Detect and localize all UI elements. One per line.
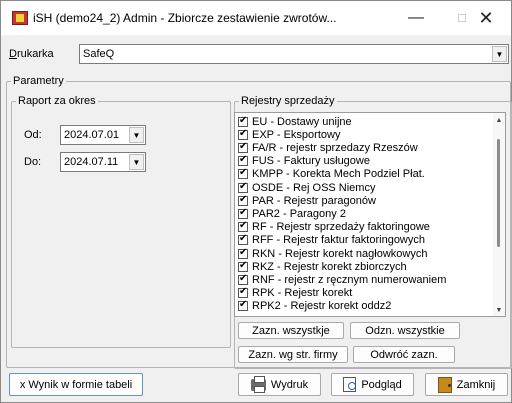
list-item[interactable]: EU - Dostawy unijne — [238, 115, 352, 128]
list-item-label: RPK - Rejestr korekt — [252, 287, 353, 300]
app-icon — [12, 11, 28, 25]
scroll-up-icon[interactable]: ▲ — [493, 115, 505, 125]
checkbox[interactable] — [238, 247, 248, 259]
checkbox[interactable] — [238, 141, 248, 153]
date-from-row: Od: 2024.07.01 ▼ — [24, 125, 174, 145]
list-item-label: KMPP - Korekta Mech Podziel Płat. — [252, 168, 425, 181]
close-button[interactable]: Zamknij — [425, 373, 508, 396]
checkbox[interactable] — [238, 128, 248, 140]
date-to-value: 2024.07.11 — [64, 156, 119, 168]
report-period-legend: Raport za okres — [16, 95, 98, 107]
invert-selection-button[interactable]: Odwróć zazn. — [353, 346, 455, 363]
list-item-label: PAR - Rejestr paragonów — [252, 194, 376, 207]
list-item[interactable]: OSDE - Rej OSS Niemcy — [238, 181, 375, 194]
list-item-label: FUS - Faktury usługowe — [252, 155, 370, 168]
window-title: iSH (demo24_2) Admin - Zbiorcze zestawie… — [33, 11, 337, 25]
list-item-label: RFF - Rejestr faktur faktoringowych — [252, 234, 425, 247]
checkbox[interactable] — [238, 115, 248, 127]
minimize-button[interactable]: — — [393, 5, 439, 31]
scroll-down-icon[interactable]: ▼ — [493, 305, 505, 315]
chevron-down-icon[interactable]: ▼ — [492, 46, 507, 62]
preview-button[interactable]: Podgląd — [331, 373, 414, 396]
list-item[interactable]: PAR2 - Paragony 2 — [238, 207, 346, 220]
list-item-label: RNF - rejestr z ręcznym numerowaniem — [252, 273, 447, 286]
print-label: Wydruk — [270, 378, 309, 391]
select-all-button[interactable]: Zazn. wszystkje — [238, 322, 344, 339]
date-from-value: 2024.07.01 — [64, 129, 120, 141]
registers-list[interactable]: EU - Dostawy unijneEXP - EksportowyFA/R … — [234, 112, 506, 317]
list-item[interactable]: RFF - Rejestr faktur faktoringowych — [238, 233, 425, 247]
list-item-label: RKZ - Rejestr korekt zbiorczych — [252, 260, 407, 273]
printer-select[interactable]: SafeQ ▼ — [79, 44, 509, 64]
select-by-firm-button[interactable]: Zazn. wg str. firmy — [238, 346, 348, 363]
list-item-label: RPK2 - Rejestr korekt oddz2 — [252, 300, 392, 313]
registers-scrollbar[interactable]: ▲ ▼ — [493, 113, 505, 316]
title-bar: iSH (demo24_2) Admin - Zbiorcze zestawie… — [1, 1, 511, 35]
list-item[interactable]: EXP - Eksportowy — [238, 128, 340, 141]
printer-label: Drukarka — [9, 48, 54, 60]
print-button[interactable]: Wydruk — [238, 373, 321, 396]
list-item-label: EXP - Eksportowy — [252, 128, 341, 141]
date-to-row: Do: 2024.07.11 ▼ — [24, 152, 174, 172]
registers-legend: Rejestry sprzedaży — [239, 95, 337, 107]
chevron-down-icon[interactable]: ▼ — [129, 154, 144, 170]
list-item[interactable]: RKN - Rejestr korekt nagłowkowych — [238, 247, 427, 260]
list-item-label: RF - Rejestr sprzedaży faktoringowe — [252, 221, 430, 234]
checkbox[interactable] — [238, 286, 248, 299]
list-item[interactable]: RNF - rejestr z ręcznym numerowaniem — [238, 273, 446, 286]
checkbox[interactable] — [238, 273, 248, 285]
close-label: Zamknij — [456, 378, 496, 391]
scroll-thumb[interactable] — [497, 139, 500, 247]
list-item[interactable]: PAR - Rejestr paragonów — [238, 194, 376, 207]
date-from-input[interactable]: 2024.07.01 ▼ — [60, 125, 146, 145]
list-item[interactable]: FA/R - rejestr sprzedazy Rzeszów — [238, 141, 418, 154]
exit-door-icon — [437, 376, 452, 393]
list-item[interactable]: KMPP - Korekta Mech Podziel Płat. — [238, 167, 425, 181]
checkbox[interactable] — [238, 207, 248, 219]
chevron-down-icon[interactable]: ▼ — [129, 127, 144, 143]
checkbox[interactable] — [238, 220, 248, 233]
checkbox[interactable] — [238, 167, 248, 180]
date-from-label: Od: — [24, 129, 42, 141]
list-item[interactable]: RPK - Rejestr korekt — [238, 286, 353, 300]
checkbox[interactable] — [238, 260, 248, 272]
table-result-button[interactable]: x Wynik w formie tabeli — [9, 373, 143, 396]
checkbox[interactable] — [238, 181, 248, 193]
list-item-label: OSDE - Rej OSS Niemcy — [252, 181, 376, 194]
printer-value: SafeQ — [83, 48, 115, 60]
printer-icon — [250, 375, 266, 393]
close-window-button[interactable]: ✕ — [463, 5, 509, 31]
preview-label: Podgląd — [361, 378, 402, 391]
list-item[interactable]: RPK2 - Rejestr korekt oddz2 — [238, 299, 392, 313]
preview-icon — [343, 377, 357, 392]
list-item-label: RKN - Rejestr korekt nagłowkowych — [252, 247, 428, 260]
list-item[interactable]: FUS - Faktury usługowe — [238, 154, 370, 168]
checkbox[interactable] — [238, 233, 248, 246]
checkbox[interactable] — [238, 299, 248, 312]
report-period-group: Raport za okres Od: 2024.07.01 ▼ Do: 202… — [11, 95, 231, 348]
list-item[interactable]: RKZ - Rejestr korekt zbiorczych — [238, 260, 407, 273]
parameters-legend: Parametry — [11, 75, 66, 87]
report-window: iSH (demo24_2) Admin - Zbiorcze zestawie… — [0, 0, 512, 403]
list-item-label: EU - Dostawy unijne — [252, 115, 352, 128]
deselect-all-button[interactable]: Odzn. wszystkie — [350, 322, 460, 339]
list-item-label: FA/R - rejestr sprzedazy Rzeszów — [252, 141, 418, 154]
checkbox[interactable] — [238, 194, 248, 206]
list-item-label: PAR2 - Paragony 2 — [252, 207, 346, 220]
date-to-input[interactable]: 2024.07.11 ▼ — [60, 152, 146, 172]
date-to-label: Do: — [24, 156, 42, 168]
checkbox[interactable] — [238, 154, 248, 167]
printer-row: Drukarka SafeQ ▼ — [9, 44, 509, 64]
list-item[interactable]: RF - Rejestr sprzedaży faktoringowe — [238, 220, 430, 234]
